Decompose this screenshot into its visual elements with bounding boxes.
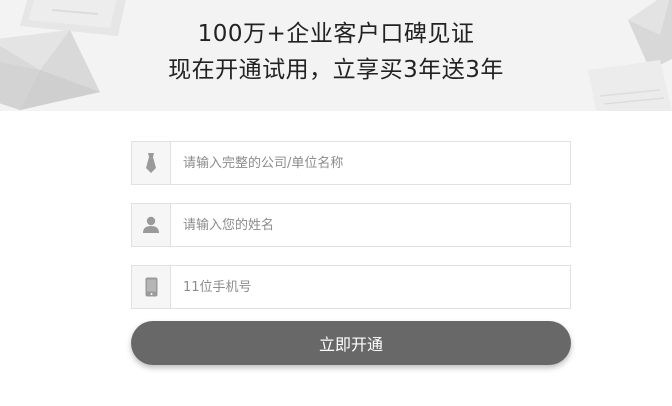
phone-icon-box <box>132 266 171 308</box>
name-field <box>131 203 571 247</box>
headline-primary: 100万+企业客户口碑见证 <box>197 21 475 47</box>
name-input[interactable] <box>171 204 570 246</box>
mobile-phone-icon <box>145 277 157 297</box>
header-banner: 100万+企业客户口碑见证 现在开通试用，立享买3年送3年 <box>0 0 672 111</box>
company-input[interactable] <box>171 142 570 184</box>
name-icon-box <box>132 204 171 246</box>
company-icon-box <box>132 142 171 184</box>
company-field <box>131 141 571 185</box>
user-icon <box>143 216 159 233</box>
phone-field <box>131 265 571 309</box>
phone-input[interactable] <box>171 266 570 308</box>
trial-signup-page: 100万+企业客户口碑见证 现在开通试用，立享买3年送3年 请输入完整的公司/单… <box>0 0 672 406</box>
activate-button[interactable]: 立即开通 <box>131 321 571 365</box>
signup-form <box>131 141 571 327</box>
headline-secondary: 现在开通试用，立享买3年送3年 <box>168 57 504 83</box>
tie-icon <box>146 153 156 173</box>
